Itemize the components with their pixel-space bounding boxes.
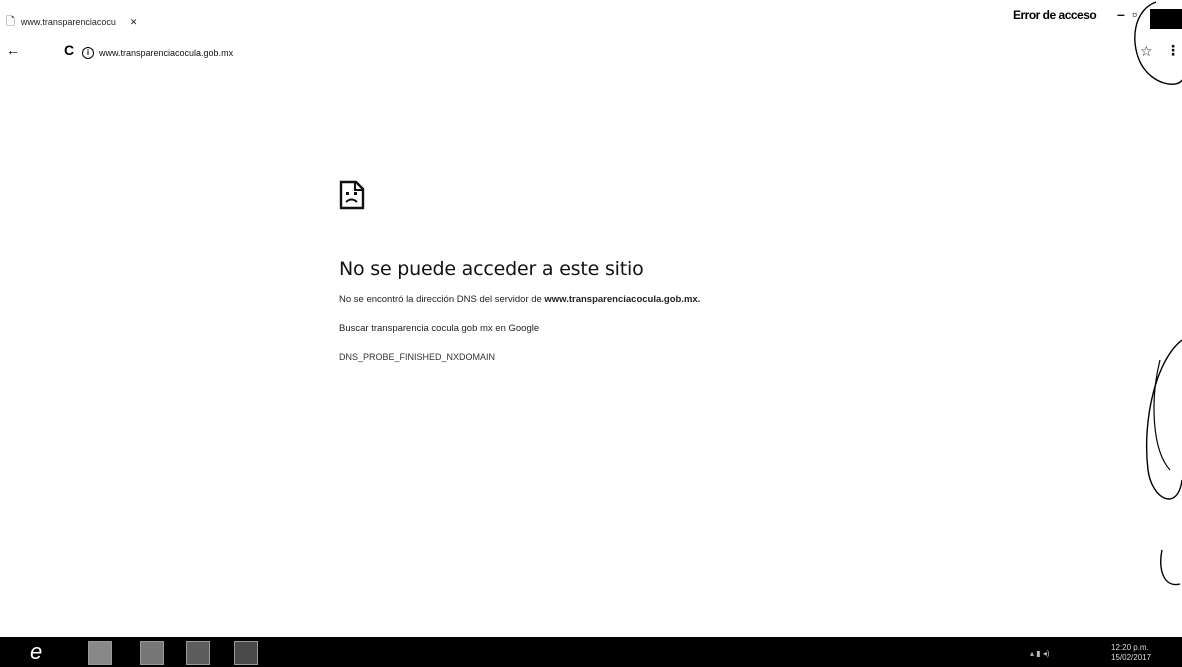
dns-host: www.transparenciacocula.gob.mx. <box>544 294 701 305</box>
taskbar: e ▴ ▮ ◂) 12:20 p.m. 15/02/2017 <box>0 637 1182 667</box>
tab-title: www.transparenciacocu <box>20 17 116 27</box>
info-icon[interactable]: i <box>82 47 94 59</box>
taskbar-app-icon[interactable] <box>186 641 210 665</box>
page-icon: 🗋 <box>6 15 15 28</box>
clock[interactable]: 12:20 p.m. 15/02/2017 <box>1111 643 1151 663</box>
clock-time: 12:20 p.m. <box>1111 643 1149 652</box>
error-page: No se puede acceder a este sitio No se e… <box>339 180 939 362</box>
error-title: No se puede acceder a este sitio <box>339 258 644 280</box>
taskbar-app-icon[interactable] <box>88 641 112 665</box>
taskbar-app-icon[interactable] <box>140 641 164 665</box>
dns-message: No se encontró la dirección DNS del serv… <box>339 294 939 305</box>
tab-close-icon[interactable]: ✕ <box>130 17 138 28</box>
url-text: www.transparenciacocula.gob.mx <box>99 48 234 58</box>
system-tray[interactable]: ▴ ▮ ◂) <box>1030 649 1050 658</box>
window-title: Error de acceso <box>1013 8 1097 22</box>
taskbar-app-icon[interactable] <box>234 641 258 665</box>
reload-icon[interactable]: C <box>64 42 74 58</box>
sad-page-icon <box>339 180 365 210</box>
browser-tab[interactable]: 🗋 www.transparenciacocu ✕ <box>6 10 186 34</box>
handwritten-mark <box>1134 1 1182 586</box>
internet-explorer-icon[interactable]: e <box>30 639 42 665</box>
dns-message-prefix: No se encontró la dirección DNS del serv… <box>339 294 542 305</box>
clock-date: 15/02/2017 <box>1111 653 1152 662</box>
tab-strip: 🗋 www.transparenciacocu ✕ Error de acces… <box>0 0 1182 34</box>
back-arrow-icon[interactable]: ← <box>6 42 20 58</box>
error-code: DNS_PROBE_FINISHED_NXDOMAIN <box>339 352 496 362</box>
address-bar[interactable]: i www.transparenciacocula.gob.mx <box>82 44 233 62</box>
search-suggestion-link[interactable]: Buscar transparencia cocula gob mx en Go… <box>339 323 939 334</box>
